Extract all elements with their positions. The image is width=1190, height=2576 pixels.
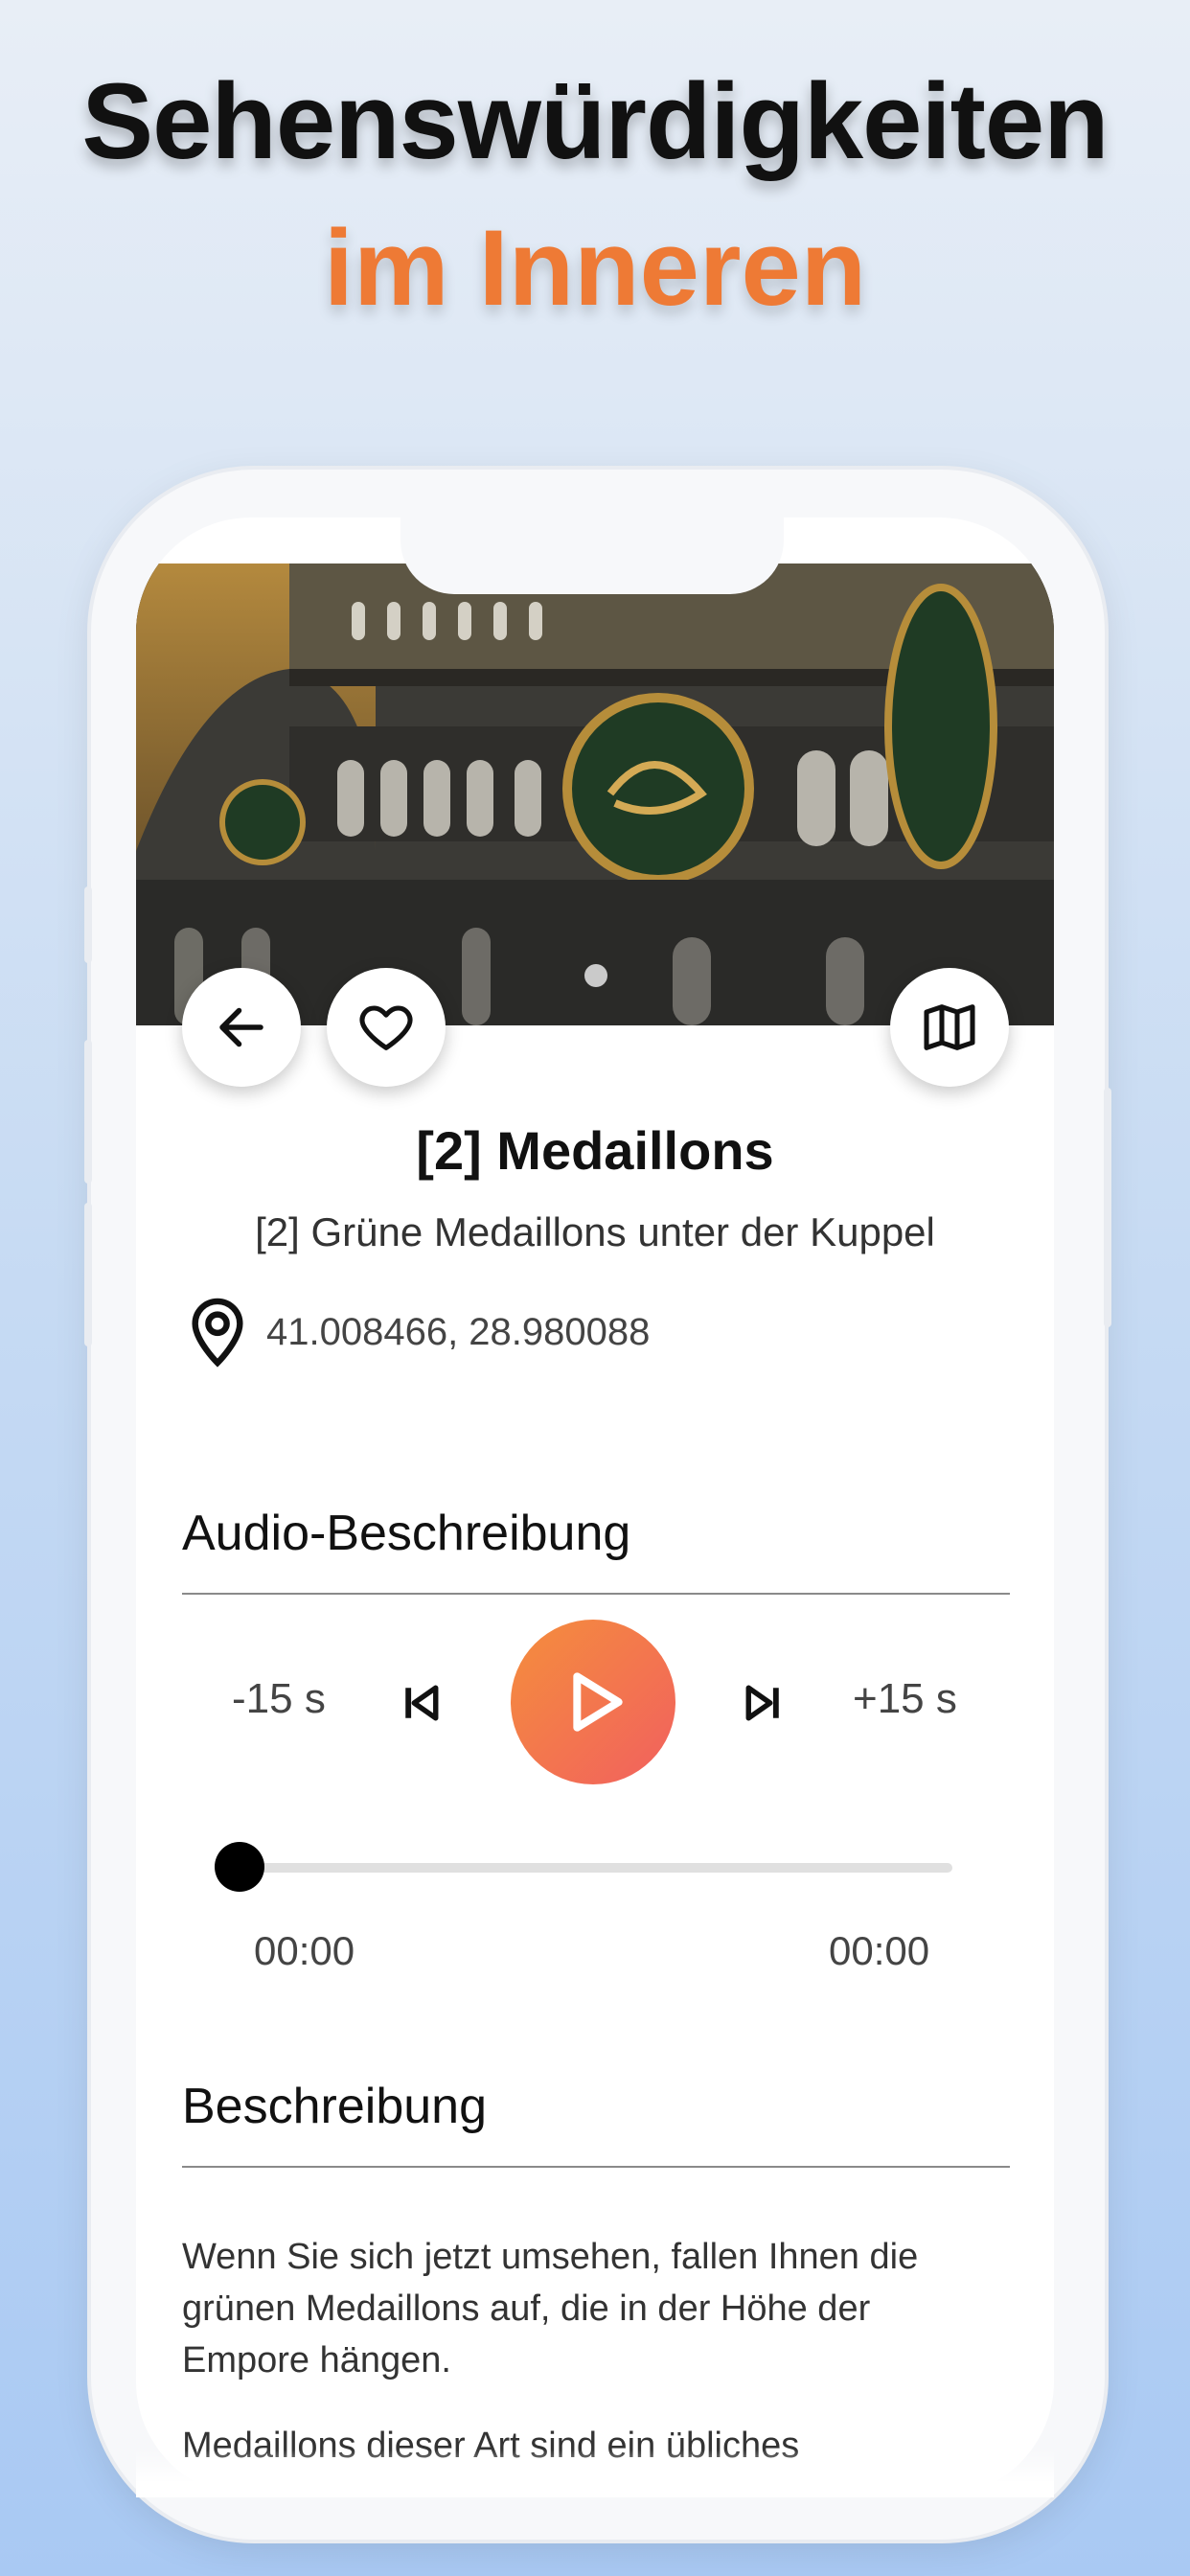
description-paragraph: Wenn Sie sich jetzt umsehen, fallen Ihne… xyxy=(182,2237,919,2380)
poi-subtitle: [2] Grüne Medaillons unter der Kuppel xyxy=(255,1209,935,1254)
map-icon xyxy=(924,1004,975,1050)
arrow-left-icon xyxy=(219,1007,263,1047)
scroll-fade xyxy=(136,2450,1054,2497)
location-pin-icon xyxy=(192,1298,243,1368)
coordinates-text[interactable]: 41.008466, 28.980088 xyxy=(266,1311,650,1354)
audio-progress-track[interactable] xyxy=(240,1863,952,1873)
heart-icon xyxy=(359,1005,413,1050)
play-button[interactable] xyxy=(511,1620,675,1784)
headline-subtitle: im Inneren xyxy=(323,208,867,328)
favorite-button[interactable] xyxy=(327,968,446,1087)
hero-image[interactable] xyxy=(136,564,1054,1025)
headline-title: Sehenswürdigkeiten xyxy=(81,61,1109,181)
skip-next-icon[interactable] xyxy=(738,1677,790,1729)
time-total: 00:00 xyxy=(829,1928,930,1973)
pager-dot[interactable] xyxy=(584,964,607,987)
back-button[interactable] xyxy=(182,968,301,1087)
time-current: 00:00 xyxy=(254,1928,355,1973)
map-button[interactable] xyxy=(890,968,1009,1087)
audio-progress-thumb[interactable] xyxy=(215,1842,264,1892)
section-divider xyxy=(182,1593,1010,1595)
skip-previous-icon[interactable] xyxy=(395,1677,446,1729)
poi-title: [2] Medaillons xyxy=(416,1120,774,1181)
play-icon xyxy=(573,1672,623,1732)
section-divider xyxy=(182,2166,1010,2168)
rewind-15-button[interactable]: -15 s xyxy=(232,1675,326,1723)
phone-notch xyxy=(400,518,784,594)
audio-section-heading: Audio-Beschreibung xyxy=(182,1506,631,1561)
forward-15-button[interactable]: +15 s xyxy=(853,1675,957,1723)
hero-photo-illustration xyxy=(136,564,1054,1025)
phone-side-button xyxy=(84,886,92,963)
description-section-heading: Beschreibung xyxy=(182,2079,487,2134)
